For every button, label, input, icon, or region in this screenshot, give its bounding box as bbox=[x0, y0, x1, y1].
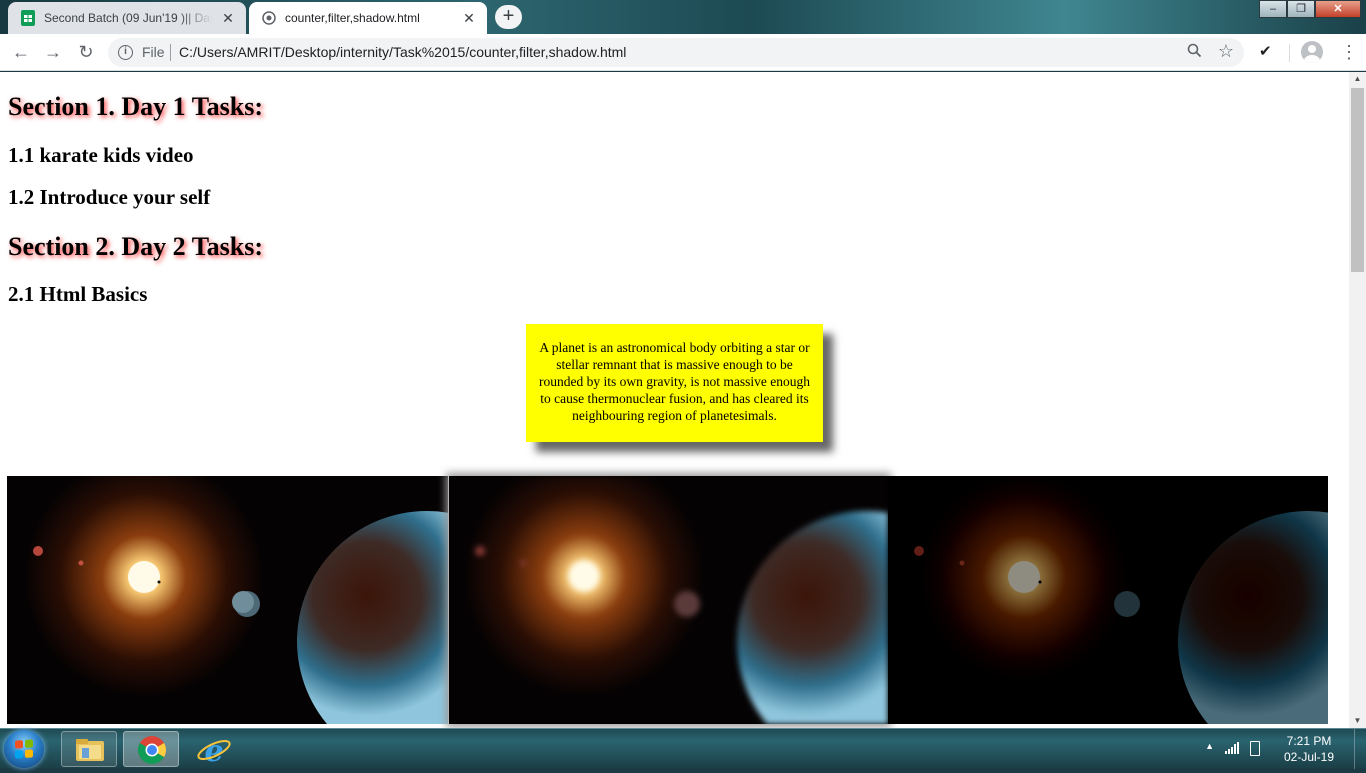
tab-title: counter,filter,shadow.html bbox=[285, 11, 420, 25]
scrollbar-thumb[interactable] bbox=[1351, 88, 1364, 272]
show-hidden-icons-arrow-icon[interactable]: ▲ bbox=[1205, 741, 1214, 751]
planet-description-box: A planet is an astronomical body orbitin… bbox=[526, 324, 823, 442]
internet-explorer-icon[interactable]: e bbox=[185, 731, 241, 769]
chrome-icon[interactable] bbox=[123, 731, 179, 767]
planet-image-original bbox=[7, 476, 448, 724]
menu-dots-icon[interactable]: ⋮ bbox=[1340, 41, 1358, 63]
reload-icon[interactable]: ↻ bbox=[74, 41, 98, 65]
divider bbox=[170, 44, 171, 61]
divider bbox=[1289, 44, 1290, 62]
task-item: 1.2 Introduce your self bbox=[8, 185, 211, 209]
section-heading: Section 1. Day 1 Tasks: bbox=[8, 92, 263, 121]
clock-date: 02-Jul-19 bbox=[1283, 750, 1335, 764]
forward-arrow-icon[interactable]: → bbox=[41, 41, 65, 65]
tab-title: Second Batch (09 Jun'19 )|| Day to bbox=[44, 11, 213, 25]
browser-titlebar: Second Batch (09 Jun'19 )|| Day to ✕ cou… bbox=[0, 0, 1366, 34]
tab-second-batch[interactable]: Second Batch (09 Jun'19 )|| Day to ✕ bbox=[8, 2, 246, 34]
scroll-down-arrow-icon[interactable]: ▼ bbox=[1349, 714, 1366, 728]
planet-image-darkened bbox=[888, 476, 1328, 724]
back-arrow-icon[interactable]: ← bbox=[9, 41, 33, 65]
page-viewport: Section 1. Day 1 Tasks: 1.1 karate kids … bbox=[0, 72, 1349, 728]
section-heading: Section 2. Day 2 Tasks: bbox=[8, 232, 263, 261]
bookmark-star-icon[interactable]: ☆ bbox=[1218, 41, 1234, 62]
scheme-label: File bbox=[142, 44, 165, 60]
battery-plug-icon[interactable] bbox=[1250, 741, 1260, 756]
task-item: 2.1 Html Basics bbox=[8, 282, 148, 306]
minimize-button[interactable]: ‒ bbox=[1259, 0, 1287, 18]
close-icon[interactable]: ✕ bbox=[460, 9, 478, 27]
profile-avatar-icon[interactable] bbox=[1301, 41, 1323, 63]
url-text[interactable]: C:/Users/AMRIT/Desktop/internity/Task%20… bbox=[179, 44, 626, 60]
browser-toolbar: ← → ↻ i File C:/Users/AMRIT/Desktop/inte… bbox=[0, 34, 1366, 71]
windows-start-button[interactable] bbox=[4, 730, 44, 768]
window-controls: ‒ ❐ ✕ bbox=[1259, 0, 1361, 18]
clock-time: 7:21 PM bbox=[1286, 734, 1332, 748]
taskbar-clock[interactable]: 7:21 PM 02-Jul-19 bbox=[1274, 733, 1344, 765]
address-bar[interactable]: i File C:/Users/AMRIT/Desktop/internity/… bbox=[108, 38, 1244, 67]
tab-counter-filter-shadow[interactable]: counter,filter,shadow.html ✕ bbox=[249, 2, 487, 34]
vertical-scrollbar[interactable]: ▲ ▼ bbox=[1349, 72, 1366, 728]
windows-taskbar: e ▲ 7:21 PM 02-Jul-19 bbox=[0, 728, 1366, 769]
planet-image-blurred bbox=[449, 476, 888, 724]
new-tab-button[interactable]: + bbox=[495, 5, 522, 29]
checkmark-extension-icon[interactable]: ✔ bbox=[1259, 42, 1272, 60]
task-item: 1.1 karate kids video bbox=[8, 143, 194, 167]
windows-explorer-icon[interactable] bbox=[61, 731, 117, 767]
close-window-button[interactable]: ✕ bbox=[1315, 0, 1361, 18]
svg-text:e: e bbox=[204, 734, 223, 768]
close-icon[interactable]: ✕ bbox=[219, 9, 237, 27]
show-desktop-button[interactable] bbox=[1354, 729, 1366, 769]
zoom-icon[interactable] bbox=[1187, 43, 1202, 63]
sheets-icon bbox=[20, 10, 36, 26]
windows-logo-icon bbox=[15, 739, 33, 759]
info-icon[interactable]: i bbox=[118, 45, 133, 60]
scroll-up-arrow-icon[interactable]: ▲ bbox=[1349, 72, 1366, 86]
maximize-button[interactable]: ❐ bbox=[1287, 0, 1315, 18]
network-signal-icon[interactable] bbox=[1225, 742, 1239, 754]
globe-icon bbox=[261, 10, 277, 26]
